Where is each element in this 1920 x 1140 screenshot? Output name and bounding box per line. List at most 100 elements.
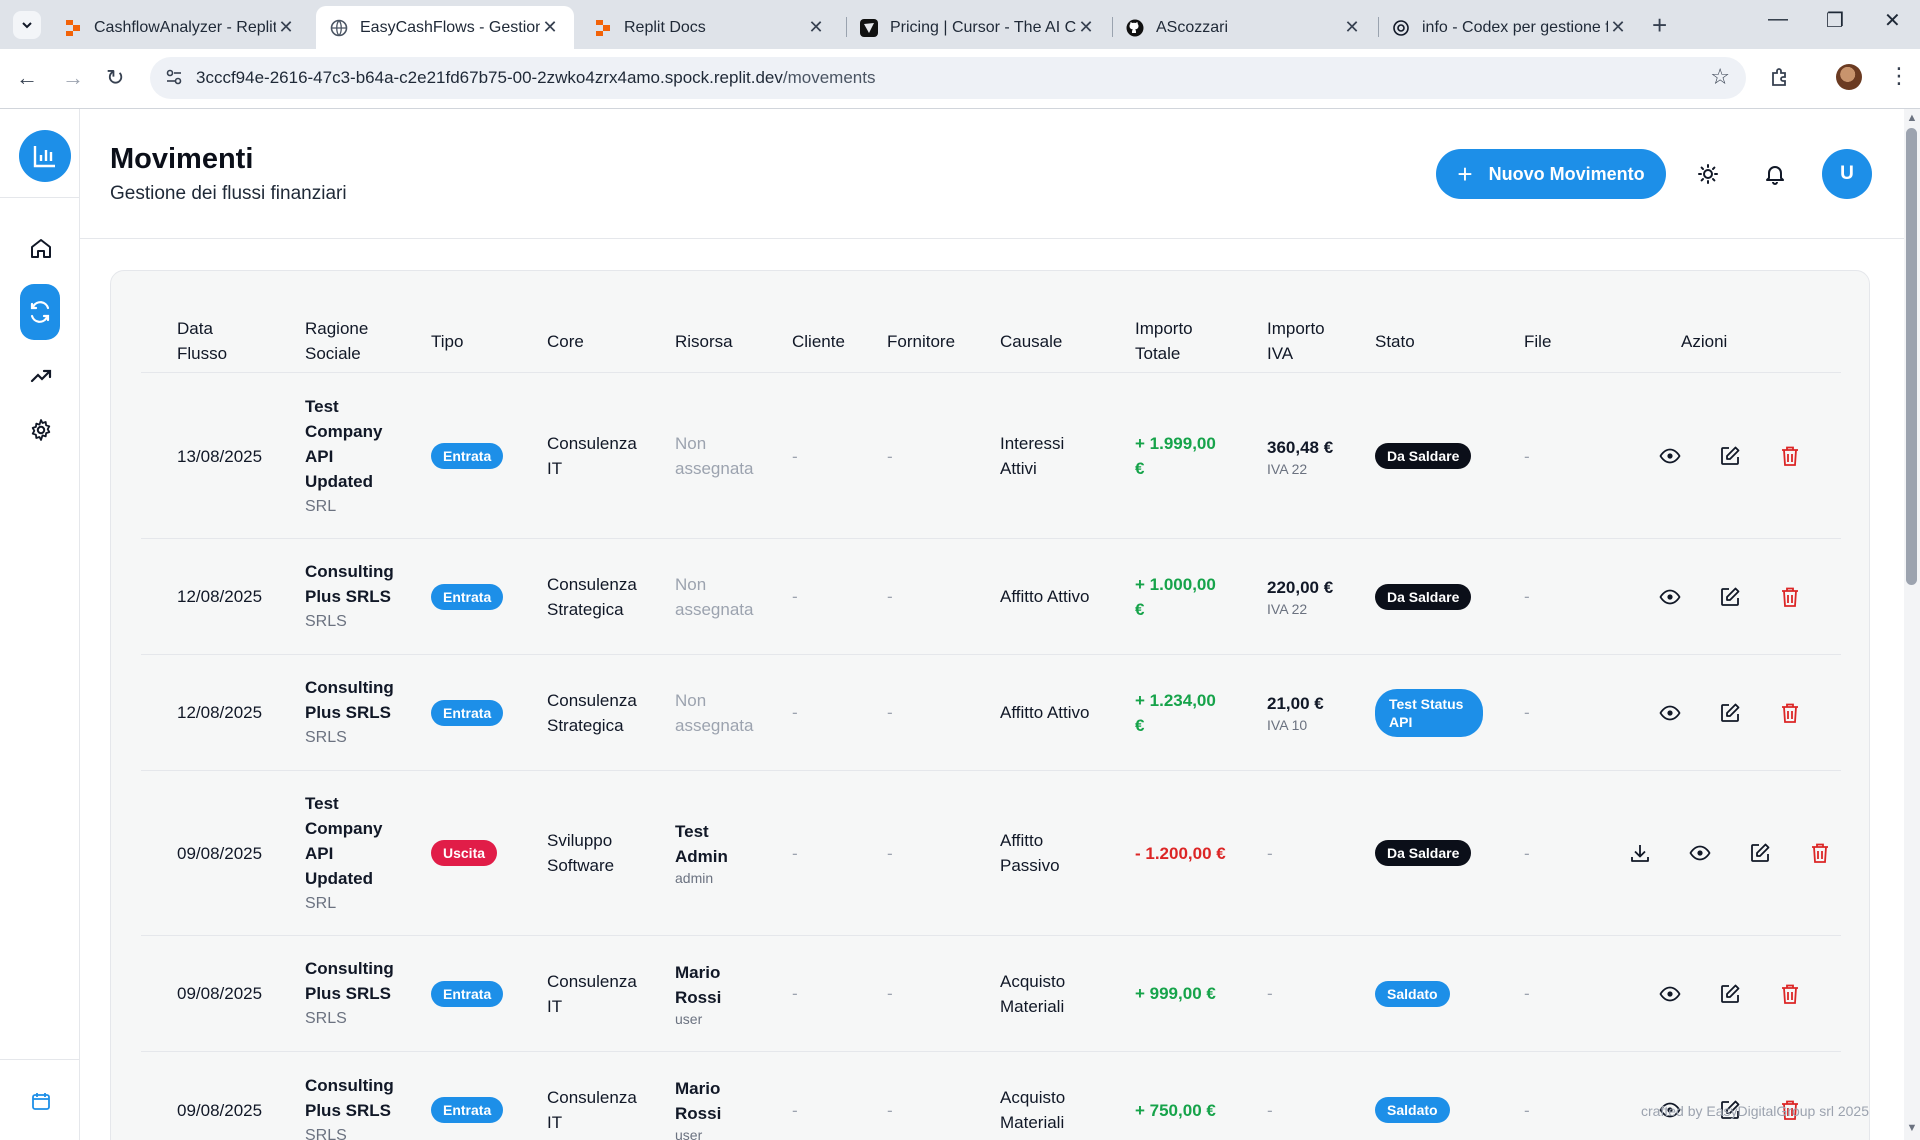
new-tab-button[interactable]: + <box>1652 10 1667 41</box>
user-avatar[interactable]: U <box>1822 149 1872 199</box>
minimize-icon[interactable]: — <box>1768 8 1788 31</box>
forward-icon[interactable]: → <box>62 65 84 91</box>
view-eye-icon[interactable] <box>1656 699 1684 727</box>
back-icon[interactable]: ← <box>16 65 38 91</box>
resource-role: admin <box>675 870 714 886</box>
col-azioni: Azioni <box>1681 331 1728 351</box>
col-ragione-sociale[interactable]: Ragione Sociale <box>305 309 395 373</box>
col-importo-totale[interactable]: Importo Totale <box>1135 309 1225 373</box>
delete-trash-icon[interactable] <box>1776 699 1804 727</box>
cell-file: - <box>1524 703 1530 722</box>
profile-avatar[interactable] <box>1836 64 1862 90</box>
col-tipo[interactable]: Tipo <box>431 309 491 373</box>
table-row[interactable]: 13/08/2025 Test Company API Updated SRL E… <box>141 374 1841 539</box>
cell-company: Consulting Plus SRLS SRLS <box>305 936 405 1051</box>
cell-amount: + 1.000,00 € <box>1135 574 1216 619</box>
app-logo[interactable] <box>19 130 71 182</box>
edit-icon[interactable] <box>1716 699 1744 727</box>
theme-toggle-sun-icon[interactable] <box>1696 162 1720 191</box>
sidebar-item-movements[interactable] <box>20 284 60 340</box>
browser-tab[interactable]: Replit Docs ✕ <box>580 6 840 49</box>
cell-cliente: - <box>792 984 798 1003</box>
cell-type: Entrata <box>431 1052 504 1140</box>
close-tab-icon[interactable]: ✕ <box>540 17 560 38</box>
delete-trash-icon[interactable] <box>1776 583 1804 611</box>
status-badge: Da Saldare <box>1375 583 1472 610</box>
col-importo-iva[interactable]: Importo IVA <box>1267 309 1347 373</box>
delete-trash-icon[interactable] <box>1776 980 1804 1008</box>
col-risorsa[interactable]: Risorsa <box>675 309 755 373</box>
cell-cliente: - <box>792 1100 798 1120</box>
replit-icon <box>594 19 612 37</box>
restore-icon[interactable]: ❐ <box>1826 8 1844 33</box>
browser-tab[interactable]: CashflowAnalyzer - Replit ✕ <box>50 6 310 49</box>
site-info-icon[interactable] <box>164 67 184 92</box>
tab-search-button[interactable] <box>13 11 41 39</box>
table-row[interactable]: 09/08/2025 Test Company API Updated SRL U… <box>141 771 1841 936</box>
bookmark-star-icon[interactable]: ☆ <box>1710 64 1730 90</box>
openai-icon <box>1392 19 1410 37</box>
cell-resource: Mario Rossi user <box>675 1052 765 1140</box>
cell-resource: Non assegnata <box>675 690 754 735</box>
cell-type: Entrata <box>431 539 504 654</box>
view-eye-icon[interactable] <box>1656 980 1684 1008</box>
col-causale[interactable]: Causale <box>1000 309 1080 373</box>
sidebar-item-calendar[interactable] <box>20 1080 62 1122</box>
cell-core: Consulenza Strategica <box>547 574 637 619</box>
close-tab-icon[interactable]: ✕ <box>1076 17 1096 38</box>
chevron-down-icon <box>22 22 32 29</box>
url-text: 3cccf94e-2616-47c3-b64a-c2e21fd67b75-00-… <box>196 68 875 88</box>
browser-tab[interactable]: AScozzari ✕ <box>1112 6 1376 49</box>
row-actions <box>1631 655 1841 770</box>
browser-tab[interactable]: Pricing | Cursor - The AI Co ✕ <box>846 6 1110 49</box>
col-stato[interactable]: Stato <box>1375 309 1435 373</box>
close-window-icon[interactable]: ✕ <box>1884 8 1901 33</box>
view-eye-icon[interactable] <box>1686 839 1714 867</box>
extensions-icon[interactable] <box>1768 65 1792 94</box>
col-core[interactable]: Core <box>547 309 607 373</box>
col-cliente[interactable]: Cliente <box>792 309 872 373</box>
table-row[interactable]: 12/08/2025 Consulting Plus SRLS SRLS Entr… <box>141 655 1841 771</box>
table-row[interactable]: 09/08/2025 Consulting Plus SRLS SRLS Entr… <box>141 1052 1841 1140</box>
url-field[interactable]: 3cccf94e-2616-47c3-b64a-c2e21fd67b75-00-… <box>150 57 1746 99</box>
table-row[interactable]: 12/08/2025 Consulting Plus SRLS SRLS Entr… <box>141 539 1841 655</box>
close-tab-icon[interactable]: ✕ <box>1608 17 1628 38</box>
download-icon[interactable] <box>1626 839 1654 867</box>
delete-trash-icon[interactable] <box>1806 839 1834 867</box>
delete-trash-icon[interactable] <box>1776 442 1804 470</box>
edit-icon[interactable] <box>1716 980 1744 1008</box>
close-tab-icon[interactable]: ✕ <box>1342 17 1362 38</box>
table-header: Data Flusso Ragione Sociale Tipo Core Ri… <box>141 309 1841 373</box>
col-file[interactable]: File <box>1524 309 1584 373</box>
close-tab-icon[interactable]: ✕ <box>276 17 296 38</box>
iva-rate: IVA 22 <box>1267 601 1308 617</box>
sidebar-item-settings[interactable] <box>20 409 62 451</box>
edit-icon[interactable] <box>1716 442 1744 470</box>
scroll-down-arrow-icon[interactable]: ▼ <box>1904 1122 1920 1134</box>
cell-type: Entrata <box>431 936 504 1051</box>
edit-icon[interactable] <box>1746 839 1774 867</box>
scrollbar-thumb[interactable] <box>1906 128 1917 585</box>
close-tab-icon[interactable]: ✕ <box>806 17 826 38</box>
view-eye-icon[interactable] <box>1656 583 1684 611</box>
github-icon <box>1126 19 1144 37</box>
new-movement-label: Nuovo Movimento <box>1488 163 1645 184</box>
cell-type: Entrata <box>431 374 504 538</box>
sidebar-item-home[interactable] <box>20 227 62 269</box>
status-badge: Saldato <box>1375 980 1450 1007</box>
edit-icon[interactable] <box>1716 583 1744 611</box>
row-actions <box>1601 771 1841 935</box>
scroll-up-arrow-icon[interactable]: ▲ <box>1904 112 1920 124</box>
browser-tab-active[interactable]: EasyCashFlows - Gestione f ✕ <box>316 6 574 49</box>
browser-tab[interactable]: info - Codex per gestione f ✕ <box>1378 6 1642 49</box>
view-eye-icon[interactable] <box>1656 442 1684 470</box>
col-fornitore[interactable]: Fornitore <box>887 309 977 373</box>
new-movement-button[interactable]: + Nuovo Movimento <box>1436 149 1666 199</box>
browser-menu-icon[interactable]: ⋮ <box>1888 63 1910 89</box>
bell-icon[interactable] <box>1763 162 1787 191</box>
reload-icon[interactable]: ↻ <box>106 65 124 91</box>
tab-title: Pricing | Cursor - The AI Co <box>890 18 1076 36</box>
table-row[interactable]: 09/08/2025 Consulting Plus SRLS SRLS Entr… <box>141 936 1841 1052</box>
col-data-flusso[interactable]: Data Flusso <box>177 309 267 373</box>
sidebar-item-analytics[interactable] <box>20 355 62 397</box>
